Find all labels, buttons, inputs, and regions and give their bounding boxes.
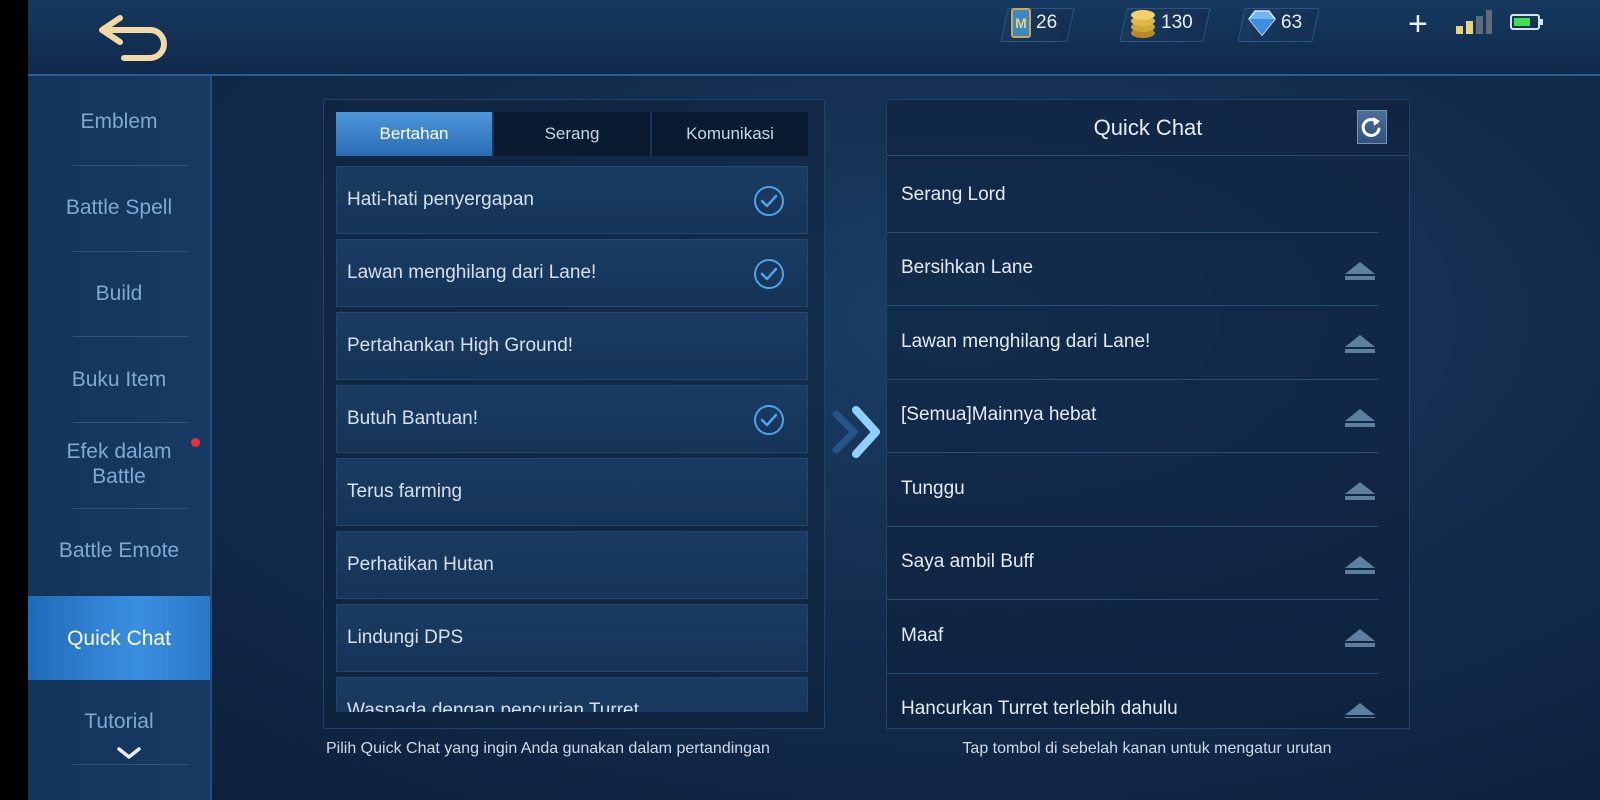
sidebar-item-buku-item[interactable]: Buku Item bbox=[28, 354, 210, 404]
ticket-count: 26 bbox=[1036, 12, 1058, 33]
chat-option[interactable]: Pertahankan High Ground! bbox=[336, 312, 808, 380]
chat-option[interactable]: Butuh Bantuan! bbox=[336, 385, 808, 453]
quick-chat-item[interactable]: [Semua]Mainnya hebat bbox=[887, 379, 1387, 452]
quick-chat-item[interactable]: Serang Lord bbox=[887, 158, 1387, 231]
move-up-icon[interactable] bbox=[1343, 627, 1377, 649]
chevron-down-icon[interactable] bbox=[116, 746, 142, 760]
top-bar: M 26 130 63 + bbox=[28, 0, 1600, 76]
chat-option-label: Lawan menghilang dari Lane! bbox=[347, 262, 597, 283]
battery-icon bbox=[1510, 14, 1543, 30]
sidebar-item-emblem[interactable]: Emblem bbox=[28, 96, 210, 146]
sidebar-item-label: Efek dalam Battle bbox=[66, 440, 172, 488]
left-black-bar bbox=[0, 0, 28, 800]
check-circle-icon bbox=[754, 259, 784, 289]
sidebar-item-label: Tutorial bbox=[84, 709, 154, 733]
chat-option[interactable]: Perhatikan Hutan bbox=[336, 531, 808, 599]
chat-option[interactable]: Hati-hati penyergapan bbox=[336, 166, 808, 234]
tab-serang[interactable]: Serang bbox=[494, 112, 652, 156]
chat-options-panel: Bertahan Serang Komunikasi Hati-hati pen… bbox=[323, 99, 825, 729]
gold-count: 130 bbox=[1161, 12, 1193, 33]
chat-option[interactable]: Lawan menghilang dari Lane! bbox=[336, 239, 808, 307]
svg-text:M: M bbox=[1015, 15, 1027, 31]
notification-badge bbox=[191, 438, 200, 447]
quick-chat-item-label: Lawan menghilang dari Lane! bbox=[901, 330, 1151, 352]
quick-chat-item[interactable]: Saya ambil Buff bbox=[887, 526, 1387, 599]
top-up-plus-icon[interactable]: + bbox=[1408, 7, 1428, 41]
back-arrow-icon bbox=[99, 15, 167, 61]
chat-option-label: Perhatikan Hutan bbox=[347, 554, 494, 575]
ticket-currency: M 26 bbox=[1000, 6, 1075, 42]
sidebar-divider bbox=[73, 764, 189, 765]
quick-chat-item[interactable]: Hancurkan Turret terlebih dahulu bbox=[887, 673, 1387, 719]
tab-bertahan[interactable]: Bertahan bbox=[336, 112, 494, 156]
back-button[interactable] bbox=[98, 10, 173, 62]
ticket-icon: M bbox=[1011, 8, 1031, 38]
quick-chat-title: Quick Chat bbox=[1093, 114, 1203, 140]
sidebar-item-tutorial[interactable]: Tutorial bbox=[28, 696, 210, 746]
quick-chat-item-label: Bersihkan Lane bbox=[901, 257, 1034, 278]
sidebar-item-label: Battle Emote bbox=[58, 538, 180, 562]
quick-chat-header: Quick Chat bbox=[887, 100, 1409, 156]
quick-chat-item[interactable]: Tunggu bbox=[887, 452, 1387, 525]
move-up-icon[interactable] bbox=[1343, 554, 1377, 576]
sidebar-item-efek-dalam-battle[interactable]: Efek dalam Battle bbox=[28, 432, 210, 496]
sidebar-item-label: Quick Chat bbox=[67, 626, 171, 650]
sidebar-item-battle-spell[interactable]: Battle Spell bbox=[28, 182, 210, 232]
quick-chat-hint: Tap tombol di sebelah kanan untuk mengat… bbox=[962, 740, 1332, 757]
sidebar-item-battle-emote[interactable]: Battle Emote bbox=[28, 525, 210, 575]
move-up-icon[interactable] bbox=[1343, 407, 1377, 429]
sidebar-item-label: Emblem bbox=[80, 109, 158, 133]
quick-chat-item-label: Tunggu bbox=[901, 477, 965, 499]
sidebar-item-label: Battle Spell bbox=[65, 195, 173, 219]
check-circle-icon bbox=[754, 186, 784, 216]
sidebar-divider bbox=[73, 508, 189, 509]
chat-option-label: Lindungi DPS bbox=[347, 627, 464, 648]
sidebar-divider bbox=[73, 251, 189, 252]
quick-chat-item[interactable]: Bersihkan Lane bbox=[887, 232, 1387, 305]
gold-coin-icon bbox=[1131, 10, 1155, 38]
quick-chat-item[interactable]: Maaf bbox=[887, 599, 1387, 672]
chat-option-label: Butuh Bantuan! bbox=[347, 408, 478, 429]
move-up-icon[interactable] bbox=[1343, 260, 1377, 282]
chat-option[interactable]: Waspada dengan pencurian Turret bbox=[336, 677, 808, 712]
quick-chat-item[interactable]: Lawan menghilang dari Lane! bbox=[887, 305, 1387, 378]
sidebar-item-quick-chat[interactable]: Quick Chat bbox=[28, 596, 210, 680]
diamond-currency: 63 bbox=[1237, 6, 1320, 42]
refresh-icon bbox=[1361, 117, 1381, 137]
signal-icon bbox=[1456, 10, 1492, 34]
quick-chat-item-label: Maaf bbox=[901, 624, 944, 646]
move-up-icon[interactable] bbox=[1343, 480, 1377, 502]
sidebar-divider bbox=[73, 165, 189, 166]
diamond-icon bbox=[1248, 10, 1276, 37]
chat-option[interactable]: Terus farming bbox=[336, 458, 808, 526]
check-circle-icon bbox=[754, 405, 784, 435]
sidebar-item-label: Build bbox=[95, 281, 143, 305]
sidebar: Emblem Battle Spell Build Buku Item Efek… bbox=[28, 76, 212, 800]
quick-chat-item-label: Serang Lord bbox=[901, 183, 1006, 205]
quick-chat-item-label: Hancurkan Turret terlebih dahulu bbox=[901, 698, 1178, 718]
move-up-icon[interactable] bbox=[1343, 333, 1377, 355]
sidebar-item-build[interactable]: Build bbox=[28, 268, 210, 318]
options-hint: Pilih Quick Chat yang ingin Anda gunakan… bbox=[326, 740, 770, 757]
sidebar-divider bbox=[73, 422, 189, 423]
tab-komunikasi[interactable]: Komunikasi bbox=[652, 112, 808, 156]
category-tabs: Bertahan Serang Komunikasi bbox=[336, 112, 808, 156]
chat-option-label: Terus farming bbox=[347, 481, 463, 502]
quick-chat-item-label: [Semua]Mainnya hebat bbox=[901, 404, 1097, 425]
gold-currency: 130 bbox=[1119, 6, 1211, 42]
reset-button[interactable] bbox=[1357, 110, 1387, 144]
quick-chat-item-label: Saya ambil Buff bbox=[901, 551, 1034, 572]
chat-option-label: Pertahankan High Ground! bbox=[347, 335, 574, 356]
quick-chat-list[interactable]: Serang Lord Bersihkan Lane Lawan menghilan… bbox=[887, 158, 1409, 718]
chat-option-label: Hati-hati penyergapan bbox=[347, 189, 534, 210]
quick-chat-panel: Quick Chat Serang Lord Bersihkan Lane Lawa… bbox=[886, 99, 1410, 729]
move-up-icon[interactable] bbox=[1343, 701, 1377, 719]
transfer-arrow-icon bbox=[832, 406, 880, 458]
diamond-count: 63 bbox=[1281, 12, 1303, 33]
chat-options-list[interactable]: Hati-hati penyergapan Lawan menghilang da… bbox=[336, 166, 808, 712]
sidebar-divider bbox=[73, 336, 189, 337]
chat-option[interactable]: Lindungi DPS bbox=[336, 604, 808, 672]
chat-option-label: Waspada dengan pencurian Turret bbox=[347, 700, 639, 712]
sidebar-item-label: Buku Item bbox=[71, 367, 167, 391]
